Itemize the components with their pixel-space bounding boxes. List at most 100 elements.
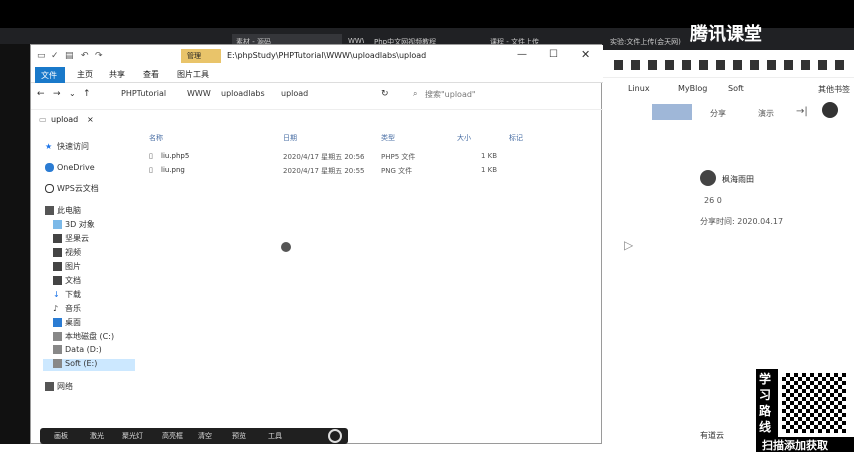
breadcrumb-upload[interactable]: upload: [281, 89, 308, 98]
tool-board[interactable]: 画板: [54, 431, 68, 441]
tab-home[interactable]: 主页: [77, 69, 93, 80]
file-date: 2020/4/17 星期五 20:55: [283, 167, 365, 175]
tab-file[interactable]: 文件: [35, 67, 65, 83]
breadcrumb-www[interactable]: WWW: [187, 89, 211, 98]
cube-icon: [53, 220, 62, 229]
column-header-name[interactable]: 名称: [149, 133, 163, 143]
nav-drive-c[interactable]: 本地磁盘 (C:): [53, 331, 114, 343]
search-input[interactable]: ⌕ 搜索"upload": [407, 85, 587, 103]
tool-clear[interactable]: 清空: [198, 431, 212, 441]
nav-music[interactable]: ♪ 音乐: [53, 303, 81, 315]
folder-icon: [53, 234, 62, 243]
close-icon[interactable]: ×: [87, 115, 94, 124]
close-button[interactable]: ✕: [581, 48, 590, 61]
tab-share[interactable]: 共享: [109, 69, 125, 80]
nav-quick-access[interactable]: ★ 快速访问: [45, 141, 89, 153]
tool-preview[interactable]: 预览: [232, 431, 246, 441]
extension-icons[interactable]: [614, 60, 844, 70]
file-date: 2020/4/17 星期五 20:56: [283, 153, 365, 161]
nav-onedrive[interactable]: OneDrive: [45, 163, 95, 175]
qr-caption: 扫描添加获取: [756, 437, 854, 452]
back-icon[interactable]: ←: [37, 89, 45, 99]
avatar[interactable]: [822, 102, 838, 118]
nav-network[interactable]: 网络: [45, 381, 73, 393]
music-icon: ♪: [53, 304, 59, 313]
picture-icon: [53, 262, 62, 271]
manage-tab[interactable]: 管理: [181, 49, 221, 63]
maximize-button[interactable]: ☐: [549, 49, 558, 60]
author-avatar: [700, 170, 716, 186]
nav-this-pc[interactable]: 此电脑: [45, 205, 81, 217]
chevron-down-icon[interactable]: ⌄: [69, 89, 76, 98]
file-icon: ▯: [149, 166, 153, 174]
presentation-toolbar: 画板 激光 聚光灯 高亮框 清空 预览 工具: [40, 428, 348, 444]
minimize-button[interactable]: —: [517, 49, 527, 60]
nav-drive-e[interactable]: Soft (E:): [43, 359, 135, 371]
desktop-edge: [0, 44, 30, 444]
nav-pictures[interactable]: 图片: [53, 261, 81, 273]
qr-promo: 学习路线 扫描添加获取: [756, 369, 854, 452]
nav-3d-objects[interactable]: 3D 对象: [53, 219, 95, 231]
folder-icon: ▭: [37, 51, 46, 61]
drive-icon: [53, 359, 62, 368]
file-size: 1 KB: [481, 152, 498, 160]
column-header-tags[interactable]: 标记: [509, 133, 523, 143]
power-icon[interactable]: [328, 429, 342, 443]
undo-icon[interactable]: ↶: [81, 51, 89, 61]
nav-jianguoyun[interactable]: 坚果云: [53, 233, 89, 245]
redo-icon[interactable]: ↷: [95, 51, 103, 61]
computer-icon: [45, 206, 54, 215]
tab-upload[interactable]: ▭ upload ×: [35, 114, 105, 128]
tab-picture-tools[interactable]: 图片工具: [177, 69, 209, 80]
folder-tab-strip: ▭ upload ×: [31, 109, 603, 131]
nav-drive-d[interactable]: Data (D:): [53, 345, 102, 357]
share-button[interactable]: 分享: [710, 108, 726, 119]
download-icon: ↓: [53, 290, 60, 299]
nav-videos[interactable]: 视频: [53, 247, 81, 259]
browser-extension-bar: [600, 52, 854, 78]
nav-documents[interactable]: 文档: [53, 275, 81, 287]
tool-spotlight[interactable]: 聚光灯: [122, 431, 143, 441]
active-mode-button[interactable]: [652, 104, 692, 120]
new-folder-icon[interactable]: ▤: [65, 51, 74, 61]
ribbon-tabs: 主页 共享 查看 图片工具: [31, 67, 603, 83]
bookmark-linux[interactable]: Linux: [628, 84, 650, 93]
drive-icon: [53, 332, 62, 341]
drive-icon: [53, 345, 62, 354]
exit-icon[interactable]: →|: [796, 106, 808, 117]
table-row[interactable]: ▯ liu.php5 2020/4/17 星期五 20:56 PHP5 文件 1…: [145, 151, 565, 163]
tool-highlight[interactable]: 高亮框: [162, 431, 183, 441]
column-header-size[interactable]: 大小: [457, 133, 471, 143]
browser-tab[interactable]: 实验:文件上传(会天网): [606, 34, 696, 50]
file-type: PNG 文件: [381, 167, 413, 175]
properties-icon[interactable]: ✓: [51, 51, 59, 61]
tool-laser[interactable]: 激光: [90, 431, 104, 441]
column-header-type[interactable]: 类型: [381, 133, 395, 143]
file-name: liu.png: [161, 166, 185, 174]
cloud-icon: [45, 184, 54, 193]
refresh-icon[interactable]: ↻: [381, 89, 389, 99]
breadcrumb-phptutorial[interactable]: PHPTutorial: [121, 89, 166, 98]
folder-icon: ▭: [39, 115, 47, 124]
tab-view[interactable]: 查看: [143, 69, 159, 80]
file-icon: ▯: [149, 152, 153, 160]
busy-cursor-icon: [281, 242, 291, 252]
table-row[interactable]: ▯ liu.png 2020/4/17 星期五 20:55 PNG 文件 1 K…: [145, 165, 565, 177]
up-icon[interactable]: ↑: [83, 89, 91, 99]
search-placeholder: 搜索"upload": [425, 90, 476, 99]
bookmark-soft[interactable]: Soft: [728, 84, 744, 93]
search-icon: ⌕: [413, 89, 418, 98]
column-header-date[interactable]: 日期: [283, 133, 297, 143]
bookmark-other[interactable]: 其他书签: [818, 84, 850, 95]
tool-tools[interactable]: 工具: [268, 431, 282, 441]
qr-code-icon: [782, 373, 846, 433]
breadcrumb-uploadlabs[interactable]: uploadlabs: [221, 89, 265, 98]
forward-icon[interactable]: →: [53, 89, 61, 99]
author-name: 枫海雨田: [722, 175, 754, 184]
present-button[interactable]: 演示: [758, 108, 774, 119]
bookmark-myblog[interactable]: MyBlog: [678, 84, 707, 93]
window-title: E:\phpStudy\PHPTutorial\WWW\uploadlabs\u…: [227, 51, 427, 60]
nav-desktop[interactable]: 桌面: [53, 317, 81, 329]
nav-wps[interactable]: WPS云文档: [45, 183, 99, 195]
nav-downloads[interactable]: ↓ 下载: [53, 289, 81, 301]
